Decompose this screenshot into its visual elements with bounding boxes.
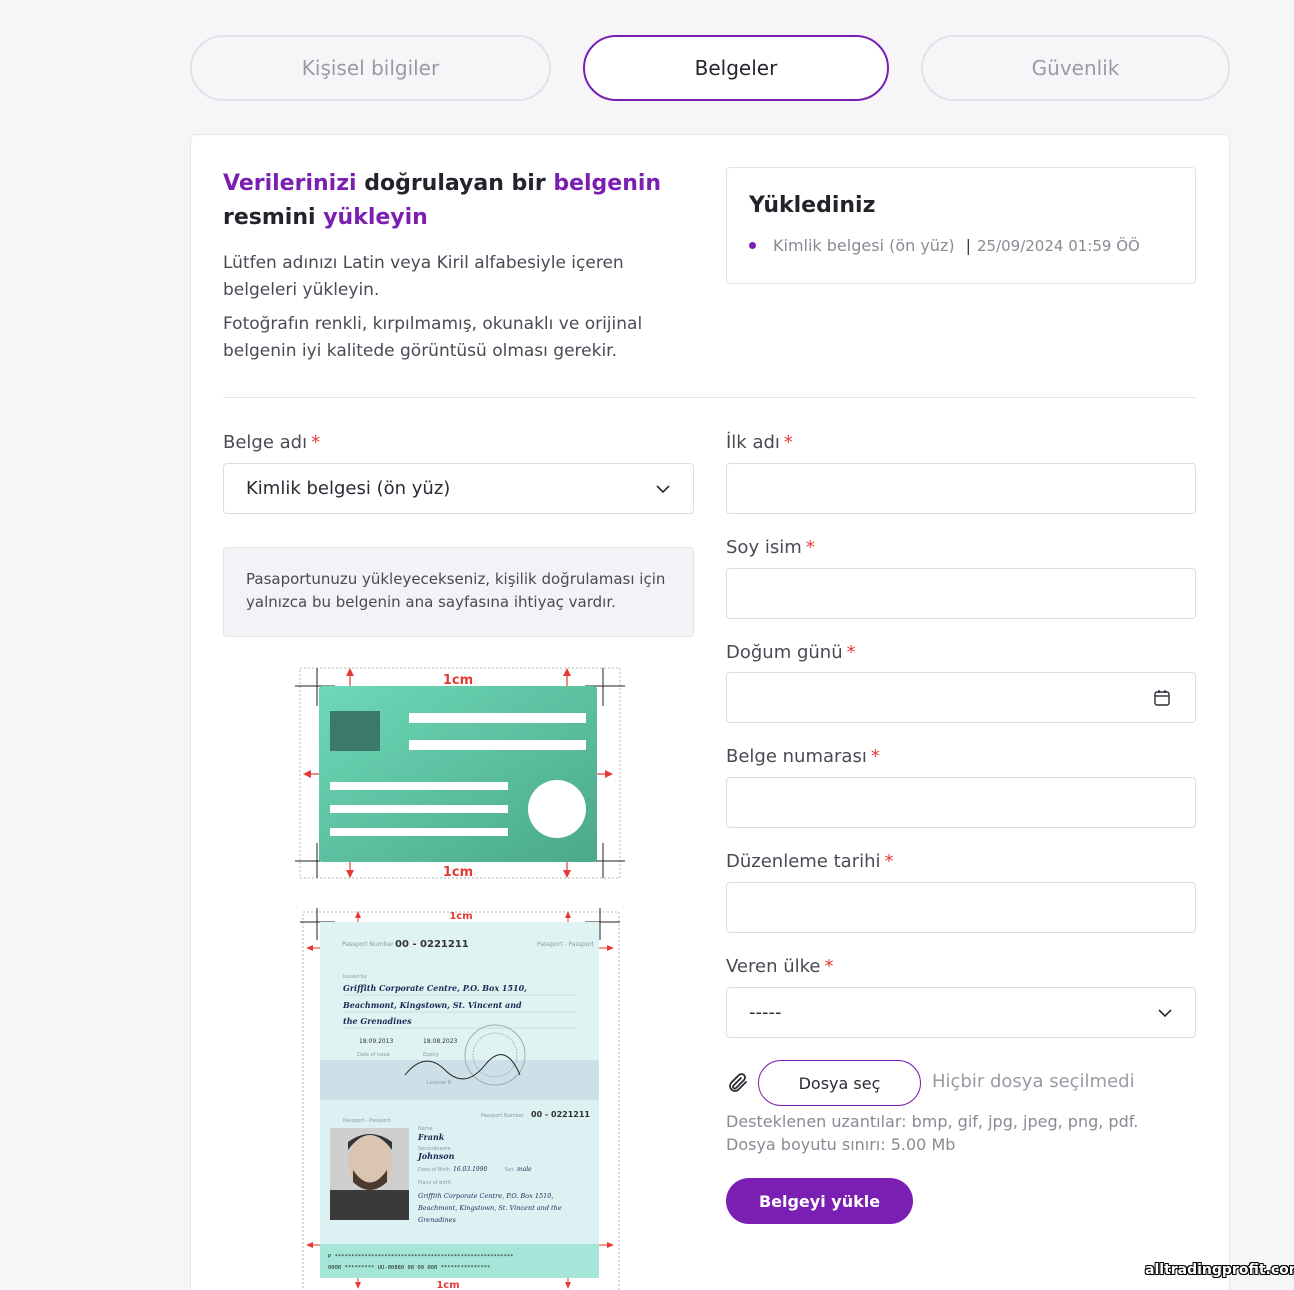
required-mark: * xyxy=(824,956,834,977)
issuing-country-label-text: Veren ülke xyxy=(726,956,821,977)
bullet-dot xyxy=(749,242,756,249)
birthday-label: Doğum günü * xyxy=(726,642,856,663)
passport-type: Passport - Passport xyxy=(537,941,595,948)
doc-name-select[interactable]: Kimlik belgesi (ön yüz) xyxy=(223,463,694,514)
id-card-margin-bottom: 1cm xyxy=(443,865,473,880)
page2-number: 00 - 0221211 xyxy=(531,1110,590,1119)
tab-security[interactable]: Güvenlik xyxy=(921,35,1230,101)
heading-part-2: doğrulayan bir xyxy=(356,171,554,196)
pob-label: Place of birth xyxy=(418,1180,451,1186)
tab-bar: Kişisel bilgiler Belgeler Güvenlik xyxy=(190,35,1230,101)
page2-type: Passport - Passport xyxy=(343,1118,391,1124)
passport-notice: Pasaportunuzu yükleyecekseniz, kişilik d… xyxy=(223,547,694,637)
issued-by-label: Issued by xyxy=(343,974,367,980)
date-of-expiry-label: Expiry xyxy=(423,1052,439,1058)
passport-number: 00 - 0221211 xyxy=(395,939,469,950)
required-mark: * xyxy=(783,432,793,453)
holder-surname: Johnson xyxy=(416,1151,455,1161)
issuing-country-select[interactable]: ----- xyxy=(726,987,1196,1038)
doc-number-field[interactable] xyxy=(726,777,1196,828)
first-name-field[interactable] xyxy=(726,463,1196,514)
issue-date-label-text: Düzenleme tarihi xyxy=(726,851,881,872)
pob-line3: Grenadines xyxy=(418,1216,456,1224)
uploaded-title: Yüklediniz xyxy=(749,193,876,218)
date-of-expiry: 18.08.2023 xyxy=(423,1038,458,1045)
birthday-field[interactable] xyxy=(726,672,1196,723)
required-mark: * xyxy=(846,642,856,663)
doc-number-label-text: Belge numarası xyxy=(726,746,867,767)
intro-paragraph-1: Lütfen adınızı Latin veya Kiril alfabesi… xyxy=(223,253,624,300)
required-mark: * xyxy=(311,432,321,453)
no-file-text: Hiçbir dosya seçilmedi xyxy=(932,1071,1135,1092)
tab-personal-info[interactable]: Kişisel bilgiler xyxy=(190,35,551,101)
tab-documents[interactable]: Belgeler xyxy=(583,35,889,101)
doc-name-label-text: Belge adı xyxy=(223,432,308,453)
first-name-label-text: İlk adı xyxy=(726,432,780,453)
passport-margin-top: 1cm xyxy=(449,911,472,922)
heading-word-verilerinizi: Verilerinizi xyxy=(223,171,357,196)
chevron-down-icon xyxy=(1158,1009,1172,1018)
uploaded-item-separator: | xyxy=(965,236,971,255)
page2-number-label: Passport Number xyxy=(481,1113,525,1119)
passport-number-label: Passport Number xyxy=(342,941,394,948)
file-upload-row: Dosya seç Hiçbir dosya seçilmedi xyxy=(726,1060,1196,1106)
id-card-illustration: 1cm 1cm xyxy=(295,667,625,880)
required-mark: * xyxy=(884,851,894,872)
doc-number-label: Belge numarası * xyxy=(726,746,880,767)
choose-file-button[interactable]: Dosya seç xyxy=(758,1060,921,1106)
holder-dob: 16.03.1990 xyxy=(453,1166,488,1173)
calendar-icon[interactable] xyxy=(1153,689,1171,707)
heading-word-yukleyin: yükleyin xyxy=(323,205,428,230)
watermark: alltradingprofit.com xyxy=(1145,1262,1294,1278)
issued-by-line1: Griffith Corporate Centre, P.O. Box 1510… xyxy=(343,983,527,993)
section-divider xyxy=(223,397,1196,398)
doc-name-label: Belge adı * xyxy=(223,432,320,453)
uploaded-item: Kimlik belgesi (ön yüz) | 25/09/2024 01:… xyxy=(749,236,1140,255)
pob-line1: Griffith Corporate Centre, P.O. Box 1510… xyxy=(418,1192,553,1200)
license-label: License N xyxy=(427,1080,451,1086)
uploaded-documents-box: Yüklediniz Kimlik belgesi (ön yüz) | 25/… xyxy=(726,167,1196,284)
first-name-label: İlk adı * xyxy=(726,432,793,453)
uploaded-item-name: Kimlik belgesi (ön yüz) xyxy=(773,236,955,255)
required-mark: * xyxy=(870,746,880,767)
heading-word-belgenin: belgenin xyxy=(553,171,662,196)
mrz-line2: 0000 ********* UU-00880 00 00 000 ******… xyxy=(328,1265,490,1271)
passport-margin-bottom: 1cm xyxy=(436,1280,459,1290)
id-card-margin-top: 1cm xyxy=(443,673,473,688)
mrz-line1: P **************************************… xyxy=(328,1254,513,1260)
holder-sex: male xyxy=(517,1166,532,1173)
last-name-label: Soy isim * xyxy=(726,537,815,558)
holder-name: Frank xyxy=(417,1132,445,1142)
page-title: Verilerinizi doğrulayan bir belgenin res… xyxy=(223,167,693,235)
intro-paragraph-2: Fotoğrafın renkli, kırpılmamış, okunaklı… xyxy=(223,314,643,361)
issuing-country-label: Veren ülke * xyxy=(726,956,833,977)
issue-date-field[interactable] xyxy=(726,882,1196,933)
issued-by-line2: Beachmont, Kingstown, St. Vincent and xyxy=(342,1000,522,1010)
passport-illustration: Passport Number 00 - 0221211 Passport - … xyxy=(300,908,620,1290)
issuing-country-selected-value: ----- xyxy=(749,1002,782,1023)
upload-document-button[interactable]: Belgeyi yükle xyxy=(726,1178,913,1224)
file-hint: Desteklenen uzantılar: bmp, gif, jpg, jp… xyxy=(726,1112,1139,1154)
date-of-issue: 18.09.2013 xyxy=(359,1038,394,1045)
sex-label: Sex xyxy=(505,1167,514,1173)
last-name-field[interactable] xyxy=(726,568,1196,619)
issued-by-line3: the Grenadines xyxy=(343,1016,412,1026)
date-of-issue-label: Date of issue xyxy=(357,1052,390,1058)
last-name-label-text: Soy isim xyxy=(726,537,802,558)
doc-name-selected-value: Kimlik belgesi (ön yüz) xyxy=(246,478,451,499)
pob-line2: Beachmont, Kingstown, St. Vincent and th… xyxy=(417,1204,562,1212)
chevron-down-icon xyxy=(656,485,670,494)
required-mark: * xyxy=(805,537,815,558)
birthday-label-text: Doğum günü xyxy=(726,642,843,663)
paperclip-icon xyxy=(729,1073,747,1092)
uploaded-item-date: 25/09/2024 01:59 ÖÖ xyxy=(976,236,1140,255)
issue-date-label: Düzenleme tarihi * xyxy=(726,851,894,872)
heading-part-4: resmini xyxy=(223,205,324,230)
dob-label: Date of Birth xyxy=(418,1167,450,1173)
